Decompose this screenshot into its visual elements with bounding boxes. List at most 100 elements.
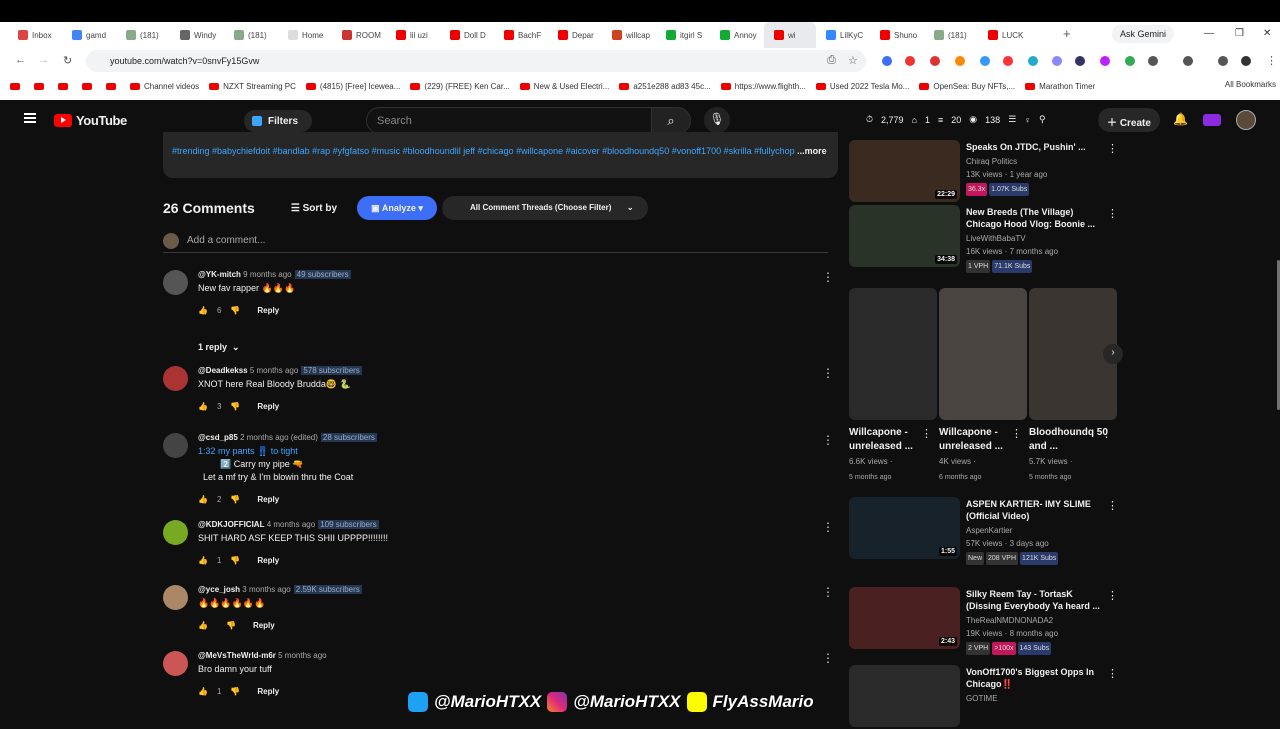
video-menu-icon[interactable]: ⋮ — [1107, 499, 1118, 512]
browser-tab[interactable]: BachF — [494, 22, 548, 48]
short-title[interactable]: Willcapone - unreleased ... — [849, 426, 929, 454]
browser-tab[interactable]: Annoy — [710, 22, 764, 48]
comment-author[interactable]: @Deadkekss — [198, 366, 248, 375]
extension-icon[interactable] — [1028, 56, 1038, 66]
comment-author[interactable]: @KDKJOFFICIAL — [198, 520, 264, 529]
search-button[interactable]: ⌕ — [651, 107, 691, 134]
filters-button[interactable]: Filters — [244, 110, 312, 132]
like-icon[interactable]: 👍 — [198, 495, 208, 504]
extensions-puzzle-icon[interactable] — [1148, 56, 1158, 66]
reply-button[interactable]: Reply — [253, 621, 275, 630]
forward-icon[interactable]: → — [38, 54, 49, 66]
sidepanel-icon[interactable] — [1183, 56, 1193, 66]
browser-tab[interactable]: LilKyC — [816, 22, 870, 48]
comment-time[interactable]: 2 months ago (edited) — [240, 433, 318, 442]
video-channel[interactable]: AspenKartier — [966, 525, 1012, 536]
comment-time[interactable]: 5 months ago — [250, 366, 298, 375]
hamburger-menu-icon[interactable] — [24, 113, 36, 123]
bookmark-item[interactable]: NZXT Streaming PC — [209, 82, 296, 91]
download-icon[interactable] — [1218, 56, 1228, 66]
reload-icon[interactable]: ↻ — [63, 54, 72, 67]
commenter-avatar[interactable] — [163, 366, 188, 391]
account-avatar[interactable] — [1236, 110, 1256, 130]
url-field[interactable]: youtube.com/watch?v=0snvFy15Gvw — [86, 50, 866, 72]
youtube-logo[interactable]: YouTube — [54, 113, 127, 128]
purple-extension-icon[interactable] — [1203, 114, 1221, 126]
browser-tab[interactable]: (181) — [224, 22, 278, 48]
video-menu-icon[interactable]: ⋮ — [1107, 589, 1118, 602]
extension-icon[interactable] — [1125, 56, 1135, 66]
related-video-item[interactable]: 34:38 New Breeds (The Village) Chicago Ho… — [849, 205, 1139, 273]
short-menu-icon[interactable]: ⋮ — [1011, 427, 1022, 440]
youtube-bookmark-icon[interactable] — [10, 82, 24, 90]
menu-kebab-icon[interactable]: ⋮ — [1266, 54, 1277, 67]
bookmark-star-icon[interactable]: ☆ — [848, 54, 858, 67]
bulb-icon[interactable]: ♀ — [1024, 115, 1031, 125]
youtube-bookmark-icon[interactable] — [34, 82, 48, 90]
video-menu-icon[interactable]: ⋮ — [1107, 667, 1118, 680]
analyze-button[interactable]: ▣ Analyze ▾ — [357, 196, 438, 220]
comment-time[interactable]: 4 months ago — [267, 520, 315, 529]
video-menu-icon[interactable]: ⋮ — [1107, 142, 1118, 155]
dislike-icon[interactable]: 👎 — [230, 306, 240, 315]
like-icon[interactable]: 👍 — [198, 306, 208, 315]
video-channel[interactable]: TheRealNMDNONADA2 — [966, 615, 1053, 626]
video-channel[interactable]: GOTIME — [966, 693, 998, 704]
install-icon[interactable]: ⎙ — [827, 54, 836, 67]
like-icon[interactable]: 👍 — [198, 402, 208, 411]
browser-tab[interactable]: Depar — [548, 22, 602, 48]
extension-icon[interactable] — [980, 56, 990, 66]
commenter-avatar[interactable] — [163, 520, 188, 545]
pin-icon[interactable]: ⚲ — [1039, 114, 1046, 125]
description-hashtags[interactable]: #trending #babychiefdoit #bandlab #rap #… — [172, 146, 795, 156]
comment-author[interactable]: @YK-mitch — [198, 270, 241, 279]
video-thumbnail[interactable]: 34:38 — [849, 205, 960, 267]
video-title[interactable]: ASPEN KARTIER- IMY SLIME (Official Video… — [966, 498, 1106, 522]
comment-menu-icon[interactable]: ⋮ — [822, 520, 834, 534]
video-title[interactable]: Silky Reem Tay - TortasK (Dissing Everyb… — [966, 588, 1106, 612]
notifications-bell-icon[interactable]: 🔔 — [1173, 112, 1188, 126]
profile-icon[interactable] — [1241, 56, 1251, 66]
comment-menu-icon[interactable]: ⋮ — [822, 433, 834, 447]
thread-filter-select[interactable]: All Comment Threads (Choose Filter) ⌄ — [442, 196, 649, 220]
video-title[interactable]: VonOff1700's Biggest Opps In Chicago‼️ — [966, 666, 1106, 690]
bookmark-item[interactable]: New & Used Electri... — [519, 82, 609, 91]
bookmark-item[interactable]: OpenSea: Buy NFTs,... — [919, 82, 1015, 91]
voice-search-button[interactable]: 🎙 — [704, 107, 730, 133]
create-button[interactable]: ＋ Create — [1098, 108, 1160, 132]
short-card[interactable]: Willcapone - unreleased ... ⋮ 6.6K views ·… — [849, 288, 937, 481]
related-video-item[interactable]: VonOff1700's Biggest Opps In Chicago‼️ GO… — [849, 665, 1139, 729]
maximize-icon[interactable]: ❐ — [1235, 28, 1244, 39]
comment-time[interactable]: 5 months ago — [278, 651, 326, 660]
youtube-bookmark-icon[interactable] — [82, 82, 96, 90]
video-title[interactable]: Speaks On JTDC, Pushin' ... — [966, 141, 1106, 153]
extension-icon[interactable] — [1003, 56, 1013, 66]
dislike-icon[interactable]: 👎 — [230, 556, 240, 565]
video-thumbnail[interactable]: 1:55 — [849, 497, 960, 559]
dislike-icon[interactable]: 👎 — [230, 687, 240, 696]
filter-icon[interactable]: ☰ — [1008, 114, 1016, 125]
video-channel[interactable]: Chiraq Politics — [966, 156, 1017, 167]
extension-icon[interactable] — [955, 56, 965, 66]
short-title[interactable]: Willcapone - unreleased ... — [939, 426, 1019, 454]
commenter-avatar[interactable] — [163, 433, 188, 458]
comment-menu-icon[interactable]: ⋮ — [822, 270, 834, 284]
extension-icon[interactable] — [882, 56, 892, 66]
commenter-avatar[interactable] — [163, 585, 188, 610]
browser-tab[interactable]: (181) — [924, 22, 978, 48]
browser-tab[interactable]: Doll D — [440, 22, 494, 48]
dislike-icon[interactable]: 👎 — [230, 402, 240, 411]
video-thumbnail[interactable] — [849, 665, 960, 727]
ask-gemini-button[interactable]: Ask Gemini — [1112, 25, 1175, 43]
video-thumbnail[interactable]: 2:43 — [849, 587, 960, 649]
browser-tab[interactable]: Windy — [170, 22, 224, 48]
video-channel[interactable]: LiveWithBabaTV — [966, 233, 1026, 244]
short-title[interactable]: Bloodhoundq 50 and ... — [1029, 426, 1109, 454]
browser-tab[interactable]: LUCK — [978, 22, 1032, 48]
bookmark-item[interactable]: (229) (FREE) Ken Car... — [410, 82, 510, 91]
dislike-icon[interactable]: 👎 — [226, 621, 236, 630]
browser-tab[interactable]: lil uzi — [386, 22, 440, 48]
bookmark-item[interactable]: https://www.flighth... — [720, 82, 806, 91]
bookmark-item[interactable]: a251e288 ad83 45c... — [619, 82, 711, 91]
show-more-link[interactable]: ...more — [797, 146, 827, 156]
